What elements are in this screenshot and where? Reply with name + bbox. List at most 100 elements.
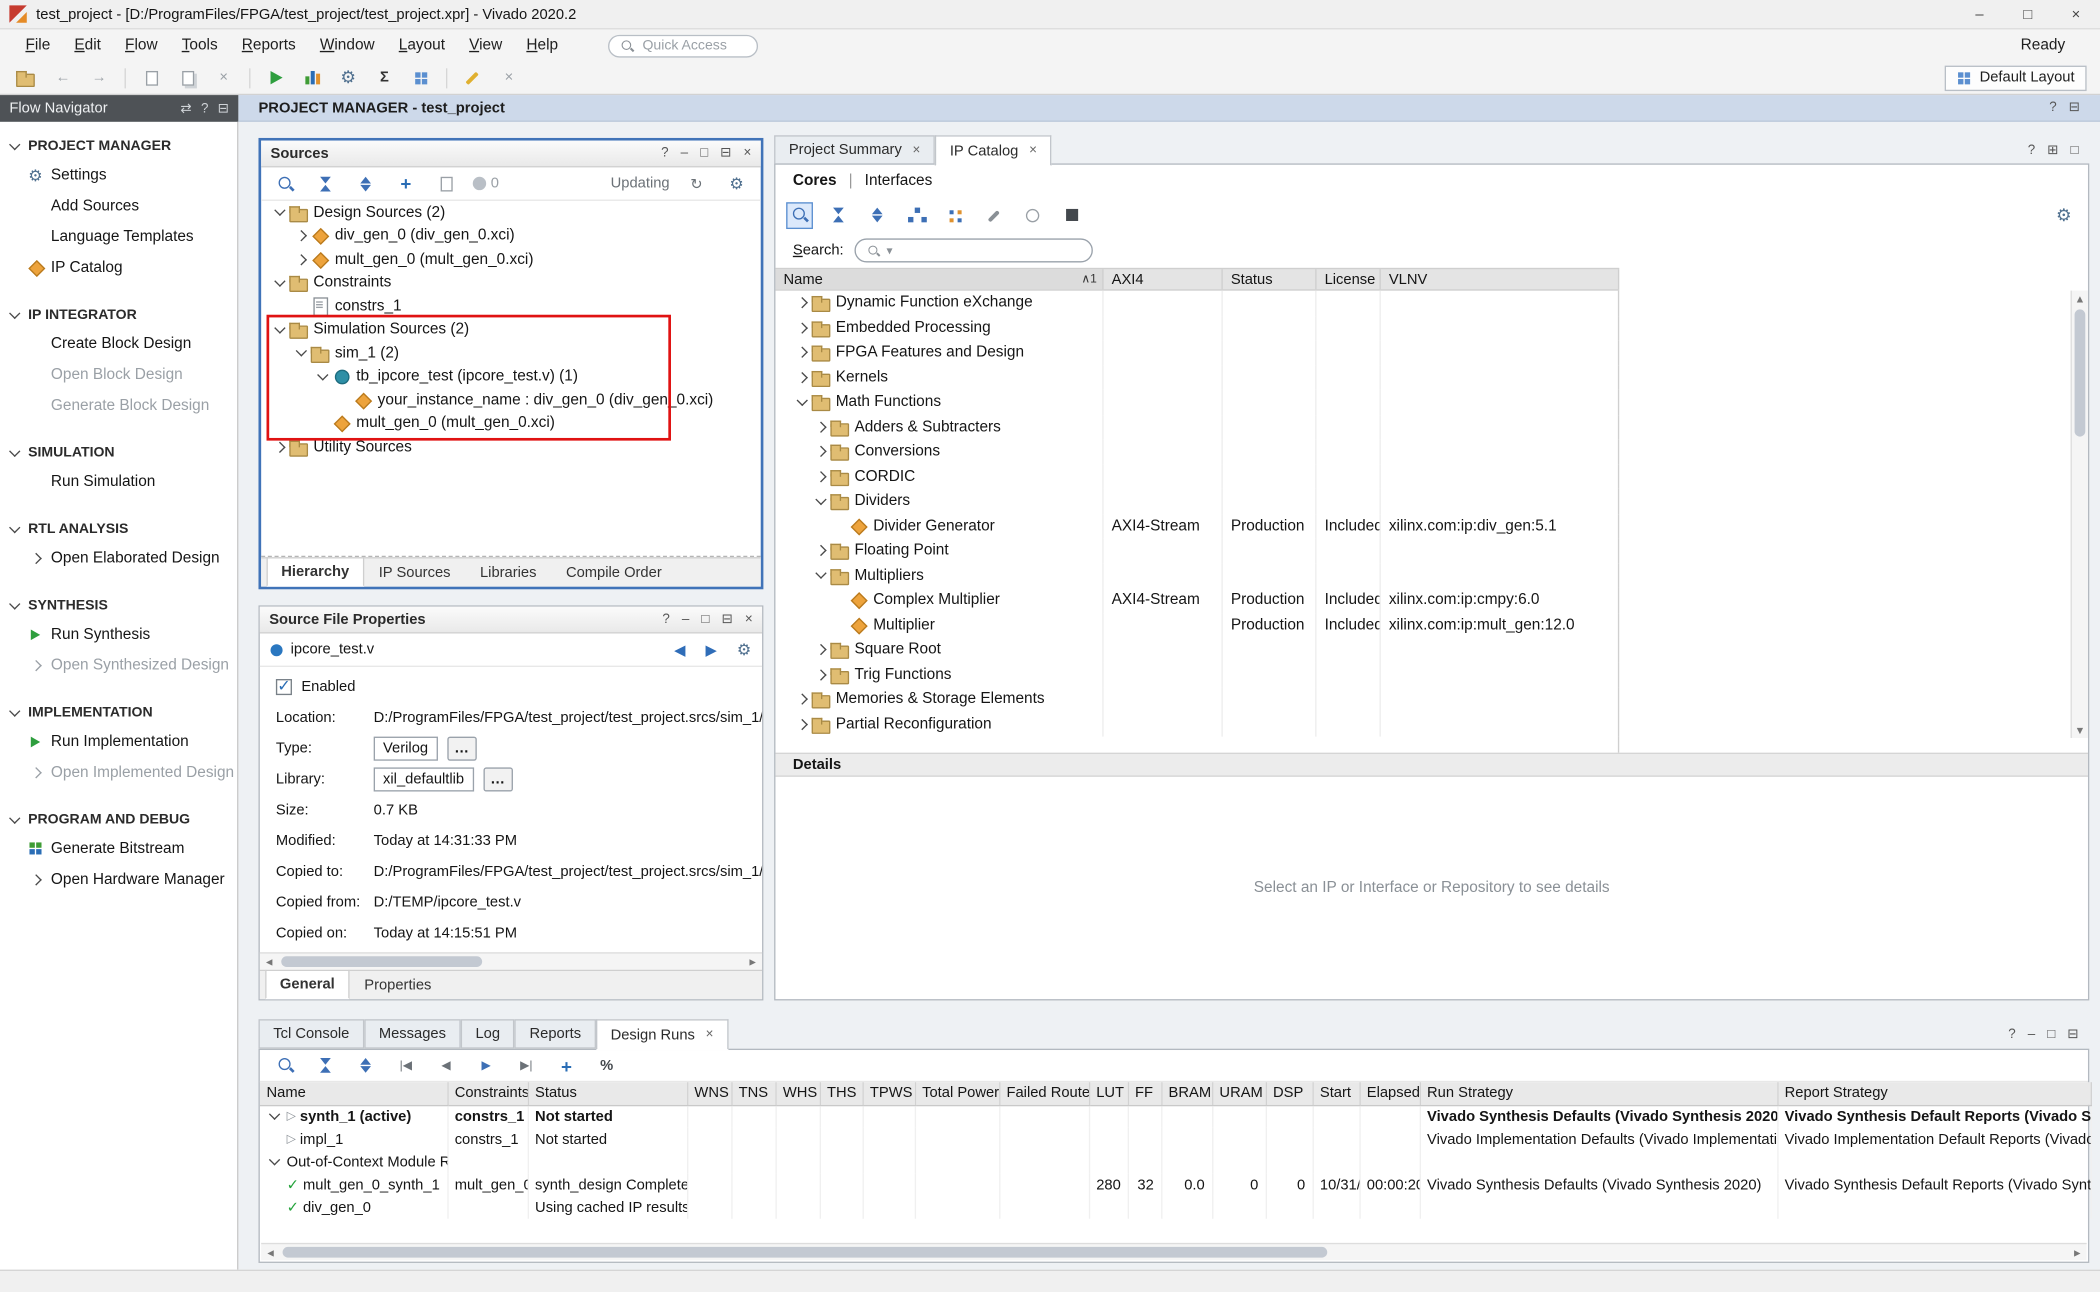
column-elapsed[interactable]: Elapsed xyxy=(1359,1082,1419,1105)
close-icon[interactable]: × xyxy=(2052,0,2100,29)
close-icon[interactable]: × xyxy=(1029,143,1037,158)
sidebar-item-create-block-design[interactable]: Create Block Design xyxy=(0,328,237,359)
menu-layout[interactable]: Layout xyxy=(387,33,457,57)
tab-ip-sources[interactable]: IP Sources xyxy=(364,558,465,586)
fn-section-header[interactable]: RTL ANALYSIS xyxy=(0,516,237,543)
sidebar-item-settings[interactable]: ⚙Settings xyxy=(0,159,237,190)
horizontal-scrollbar[interactable]: ◄ ► xyxy=(260,952,762,969)
taxonomy-icon[interactable] xyxy=(903,202,930,229)
report-icon[interactable] xyxy=(433,170,460,197)
sidebar-item-run-implementation[interactable]: Run Implementation xyxy=(0,726,237,757)
add-sources-icon[interactable]: + xyxy=(392,170,419,197)
tab-messages[interactable]: Messages xyxy=(364,1019,461,1048)
collapse-icon[interactable]: ⊟ xyxy=(2067,1027,2078,1042)
catalog-row-multipliers[interactable]: Multipliers xyxy=(775,563,1619,588)
catalog-row-dynamic-function-exchange[interactable]: Dynamic Function eXchange xyxy=(775,291,1619,316)
float-icon[interactable]: – xyxy=(682,612,689,627)
maximize-icon[interactable]: □ xyxy=(701,612,709,627)
expander-icon[interactable] xyxy=(813,419,829,435)
library-combobox[interactable]: xil_defaultlib xyxy=(374,767,474,791)
run-row-div-gen-0[interactable]: ✓div_gen_0 Using cached IP results xyxy=(260,1196,2091,1219)
collapse-icon[interactable]: ⊟ xyxy=(720,146,731,161)
paste-icon[interactable] xyxy=(174,64,201,91)
gear-icon[interactable]: ⚙ xyxy=(737,640,751,659)
dock-icon[interactable]: ⇄ xyxy=(180,101,191,116)
tab-general[interactable]: General xyxy=(265,970,349,999)
expander-icon[interactable] xyxy=(794,716,810,732)
expander-icon[interactable] xyxy=(272,322,288,338)
tree-item-sim-mult-gen-0[interactable]: mult_gen_0 (mult_gen_0.xci) xyxy=(261,412,761,435)
catalog-row-cordic[interactable]: CORDIC xyxy=(775,464,1619,489)
collapse-icon[interactable]: ⊟ xyxy=(722,612,733,627)
gear-icon[interactable]: ⚙ xyxy=(723,170,750,197)
tree-item-your-instance-name[interactable]: your_instance_name : div_gen_0 (div_gen_… xyxy=(261,388,761,411)
catalog-row-fpga-features[interactable]: FPGA Features and Design xyxy=(775,340,1619,365)
expander-icon[interactable] xyxy=(272,275,288,291)
run-row-synth-1[interactable]: ▷synth_1 (active) constrs_1Not started V… xyxy=(260,1105,2091,1128)
fn-section-header[interactable]: SYNTHESIS xyxy=(0,592,237,619)
close-icon[interactable]: × xyxy=(706,1027,714,1042)
column-name[interactable]: Name xyxy=(260,1082,448,1105)
sidebar-item-open-synthesized-design[interactable]: Open Synthesized Design xyxy=(0,650,237,681)
scroll-track[interactable] xyxy=(280,1244,2068,1260)
column-status[interactable]: Status xyxy=(1223,269,1317,289)
column-start[interactable]: Start xyxy=(1313,1082,1360,1105)
settings-gear-icon[interactable]: ⚙ xyxy=(335,64,362,91)
gear-icon[interactable]: ⚙ xyxy=(2050,202,2077,229)
fn-section-header[interactable]: PROJECT MANAGER xyxy=(0,133,237,160)
close-icon[interactable]: × xyxy=(745,612,753,627)
expander-icon[interactable] xyxy=(794,320,810,336)
expander-icon[interactable] xyxy=(267,1154,283,1170)
expander-icon[interactable] xyxy=(272,205,288,221)
column-lut[interactable]: LUT xyxy=(1089,1082,1128,1105)
refresh-icon[interactable]: ↻ xyxy=(683,170,710,197)
tab-properties[interactable]: Properties xyxy=(350,971,447,999)
vertical-scrollbar[interactable]: ▲ ▼ xyxy=(2071,291,2088,738)
create-run-icon[interactable]: + xyxy=(553,1052,580,1079)
menu-flow[interactable]: Flow xyxy=(113,33,170,57)
sidebar-item-add-sources[interactable]: Add Sources xyxy=(0,190,237,221)
fn-section-header[interactable]: PROGRAM AND DEBUG xyxy=(0,806,237,833)
scroll-up-icon[interactable]: ▲ xyxy=(2075,291,2086,307)
catalog-row-multiplier[interactable]: MultiplierProductionIncludedxilinx.com:i… xyxy=(775,613,1619,638)
run-icon[interactable] xyxy=(263,64,290,91)
sum-icon[interactable]: Σ xyxy=(371,64,398,91)
expand-all-icon[interactable] xyxy=(352,170,379,197)
scroll-right-icon[interactable]: ► xyxy=(2068,1246,2087,1258)
column-report-strategy[interactable]: Report Strategy xyxy=(1777,1082,2090,1105)
undo-icon[interactable]: ← xyxy=(50,64,77,91)
tree-item-simulation-sources[interactable]: Simulation Sources (2) xyxy=(261,318,761,341)
column-tpws[interactable]: TPWS xyxy=(863,1082,915,1105)
expander-icon[interactable] xyxy=(813,667,829,683)
delete-icon[interactable]: × xyxy=(210,64,237,91)
catalog-row-memories-storage[interactable]: Memories & Storage Elements xyxy=(775,687,1619,712)
help-icon[interactable]: ? xyxy=(2028,143,2035,158)
scroll-thumb[interactable] xyxy=(281,956,482,967)
tab-tcl-console[interactable]: Tcl Console xyxy=(258,1019,364,1048)
expander-icon[interactable] xyxy=(813,444,829,460)
menu-view[interactable]: View xyxy=(457,33,514,57)
enabled-checkbox[interactable] xyxy=(276,679,292,695)
expander-icon[interactable] xyxy=(794,394,810,410)
scroll-thumb[interactable] xyxy=(2075,309,2086,436)
close-icon[interactable]: × xyxy=(913,143,921,158)
layout-grid-icon[interactable] xyxy=(407,64,434,91)
maximize-icon[interactable]: □ xyxy=(2004,0,2052,29)
catalog-row-conversions[interactable]: Conversions xyxy=(775,439,1619,464)
column-name[interactable]: Name∧1 xyxy=(775,269,1103,289)
catalog-row-floating-point[interactable]: Floating Point xyxy=(775,538,1619,563)
expand-all-icon[interactable] xyxy=(352,1052,379,1079)
float-icon[interactable]: – xyxy=(2028,1027,2035,1042)
tree-item-mult-gen-0[interactable]: mult_gen_0 (mult_gen_0.xci) xyxy=(261,248,761,271)
sidebar-item-generate-bitstream[interactable]: Generate Bitstream xyxy=(0,833,237,864)
search-icon[interactable] xyxy=(272,1052,299,1079)
scroll-left-icon[interactable]: ◄ xyxy=(261,1246,280,1258)
help-icon[interactable]: ? xyxy=(2049,100,2056,115)
play-run-icon[interactable]: ▶ xyxy=(473,1052,500,1079)
tab-log[interactable]: Log xyxy=(461,1019,515,1048)
run-row-impl-1[interactable]: ▷impl_1 constrs_1Not started Vivado Impl… xyxy=(260,1128,2091,1151)
scroll-track[interactable] xyxy=(279,954,744,970)
cancel-icon[interactable]: × xyxy=(496,64,523,91)
expander-icon[interactable] xyxy=(293,228,309,244)
stop-icon[interactable] xyxy=(1058,202,1085,229)
